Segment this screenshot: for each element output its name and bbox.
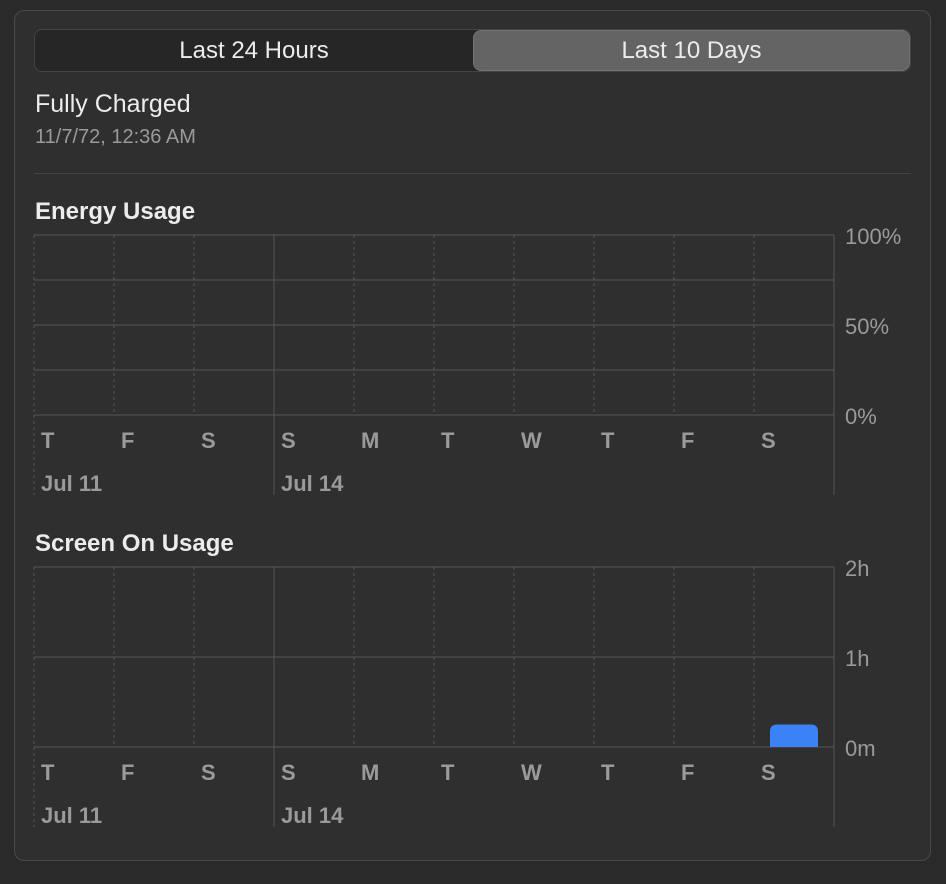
screen-day-label: W: [521, 760, 542, 785]
screen-date-label: Jul 14: [281, 803, 344, 828]
screen-day-label: T: [441, 760, 455, 785]
screen-day-label: S: [201, 760, 216, 785]
screen-bar: [770, 724, 818, 747]
screen-day-label: T: [601, 760, 615, 785]
screen-day-label: F: [681, 760, 694, 785]
screen-day-label: S: [761, 760, 776, 785]
screen-y-tick-label: 0m: [845, 736, 876, 761]
screen-day-label: M: [361, 760, 379, 785]
screen-day-label: S: [281, 760, 296, 785]
screen-day-label: F: [121, 760, 134, 785]
screen-day-label: T: [41, 760, 55, 785]
screen-y-tick-label: 2h: [845, 556, 869, 581]
screen-y-tick-label: 1h: [845, 646, 869, 671]
screen-on-usage-chart: 2h 1h 0m T F S S M T W T F S Jul 11 Jul 14: [33, 556, 876, 828]
screen-date-label: Jul 11: [41, 803, 102, 828]
